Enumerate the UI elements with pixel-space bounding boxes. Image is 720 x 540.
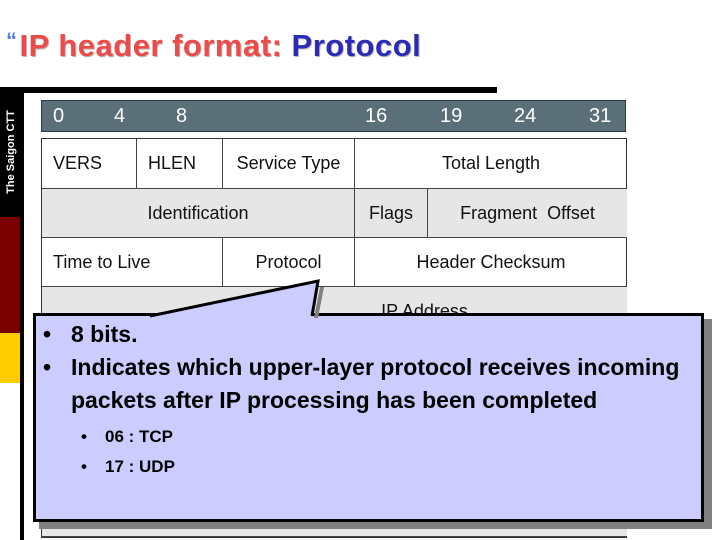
field-time-to-live: Time to Live bbox=[42, 238, 223, 287]
field-total-length: Total Length bbox=[355, 139, 627, 189]
bullet-item: • 8 bits. bbox=[39, 318, 704, 351]
bit-label: 19 bbox=[440, 105, 463, 127]
field-flags: Flags bbox=[355, 189, 428, 238]
sub-bullet-item: • 06 : TCP bbox=[39, 423, 704, 451]
field-header-checksum: Header Checksum bbox=[355, 238, 627, 287]
bit-label: 0 bbox=[53, 105, 65, 127]
field-hlen: HLEN bbox=[137, 139, 223, 189]
sub-bullet-text: 06 : TCP bbox=[105, 427, 174, 446]
bit-label: 24 bbox=[514, 105, 537, 127]
bullet-item: • Indicates which upper-layer protocol r… bbox=[39, 351, 704, 417]
bit-label: 31 bbox=[589, 105, 612, 127]
sidebar-yellow-block bbox=[0, 333, 21, 383]
sidebar-label: The Saigon CTT bbox=[5, 110, 17, 194]
field-service-type: Service Type bbox=[223, 139, 355, 189]
field-identification: Identification bbox=[42, 189, 355, 238]
field-vers: VERS bbox=[42, 139, 137, 189]
title-highlight: Protocol bbox=[291, 28, 422, 63]
bullet-text: 8 bits. bbox=[71, 321, 138, 347]
bit-label: 8 bbox=[176, 105, 188, 127]
slide-title: “IP header format: Protocol bbox=[6, 28, 421, 64]
callout-content: • 8 bits. • Indicates which upper-layer … bbox=[39, 318, 704, 481]
bullet-icon: • bbox=[81, 457, 87, 476]
bullet-icon: • bbox=[81, 427, 87, 446]
quote-icon: “ bbox=[6, 28, 18, 53]
bit-position-bar: 0 4 8 16 19 24 31 bbox=[41, 100, 626, 132]
sidebar-maroon-block bbox=[0, 217, 21, 333]
sub-bullet-item: • 17 : UDP bbox=[39, 453, 704, 481]
bullet-icon: • bbox=[43, 354, 52, 380]
title-rule bbox=[20, 87, 497, 93]
bit-label: 16 bbox=[365, 105, 388, 127]
field-protocol: Protocol bbox=[223, 238, 355, 287]
bullet-icon: • bbox=[43, 321, 52, 347]
title-prefix: IP header format: bbox=[19, 28, 292, 63]
field-fragment-offset: Fragment Offset bbox=[428, 189, 627, 238]
sidebar-rule bbox=[20, 87, 24, 540]
bullet-text: Indicates which upper-layer protocol rec… bbox=[71, 354, 680, 413]
bit-label: 4 bbox=[114, 105, 126, 127]
sub-bullet-text: 17 : UDP bbox=[105, 457, 175, 476]
